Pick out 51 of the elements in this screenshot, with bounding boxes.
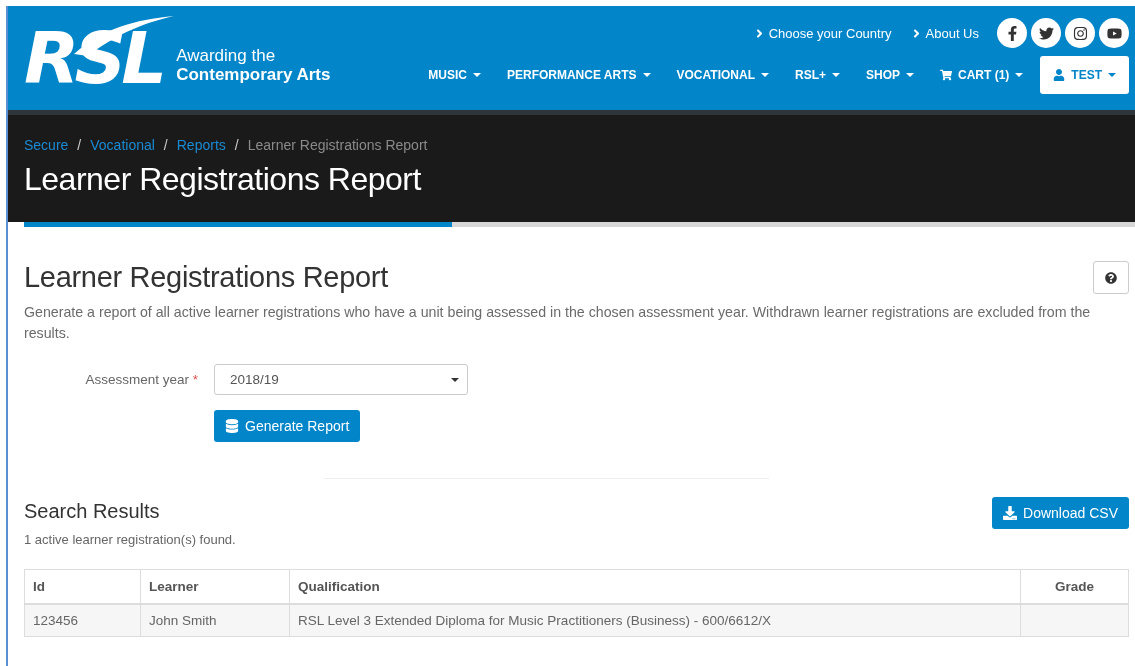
social-link[interactable]	[1031, 18, 1061, 48]
nav-menu[interactable]: VOCATIONAL	[663, 68, 782, 82]
breadcrumb-link[interactable]: Vocational	[90, 137, 155, 153]
caret-icon	[451, 377, 459, 382]
caret-icon	[760, 73, 769, 77]
social-link[interactable]	[1065, 18, 1095, 48]
top-link[interactable]: Choose your Country	[752, 25, 892, 41]
cart-menu[interactable]: CART (1)	[927, 68, 1037, 82]
download-icon	[1003, 506, 1018, 520]
year-select[interactable]: 2018/19	[214, 364, 468, 395]
database-icon	[225, 419, 239, 433]
help-icon	[1105, 271, 1117, 284]
top-link[interactable]: About Us	[909, 25, 979, 41]
banner-title: Learner Registrations Report	[24, 161, 423, 198]
table-cell: John Smith	[140, 604, 290, 637]
required-mark: *	[192, 372, 198, 387]
caret-icon	[1108, 73, 1116, 77]
description: Generate a report of all active learner registrations who have a unit being assessed in the chosen assessment year. Withdrawn learner registrations are excluded from the results.	[24, 303, 1092, 343]
results-count: 1 active learner registration(s) found.	[24, 532, 236, 547]
table-cell: RSL Level 3 Extended Diploma for Music Practitioners (Business) - 600/6612/X	[289, 604, 1021, 637]
slash-separator: /	[163, 137, 168, 153]
account-menu[interactable]: TEST	[1040, 56, 1129, 94]
caret-icon	[832, 73, 840, 77]
caret-icon	[906, 73, 914, 77]
breadcrumb-link[interactable]: Secure	[24, 137, 69, 153]
table-cell: 123456	[24, 604, 141, 637]
camera-icon	[1072, 25, 1088, 41]
slash-separator: /	[234, 137, 239, 153]
current-page-label: Learner Registrations Report	[247, 137, 428, 153]
caret-icon	[1015, 73, 1024, 77]
caret-icon	[472, 73, 481, 77]
help-button[interactable]	[1093, 261, 1129, 294]
field-label: Assessment year *	[85, 372, 199, 387]
panel-title: Learner Registrations Report	[24, 261, 388, 294]
nav-menu[interactable]: SHOP	[853, 68, 927, 82]
social-link[interactable]	[997, 18, 1027, 48]
slash-separator: /	[77, 137, 82, 153]
nav-menu[interactable]: RSL+	[781, 68, 853, 82]
tagline: Awarding the	[176, 46, 277, 65]
social-link[interactable]	[1099, 18, 1129, 48]
download-csv-button[interactable]: Download CSV	[992, 497, 1129, 529]
user-icon	[1053, 69, 1066, 81]
cart-icon	[940, 69, 952, 81]
results-title: Search Results	[24, 500, 161, 523]
nav-menu[interactable]: MUSIC	[415, 68, 494, 82]
breadcrumb-link[interactable]: Reports	[176, 137, 226, 153]
caret-icon	[642, 73, 651, 77]
tagline: Contemporary Arts	[176, 65, 331, 84]
bird-icon	[1038, 25, 1054, 41]
nav-menu[interactable]: PERFORMANCE ARTS	[493, 68, 664, 82]
generate-report-button[interactable]: Generate Report	[214, 410, 361, 442]
